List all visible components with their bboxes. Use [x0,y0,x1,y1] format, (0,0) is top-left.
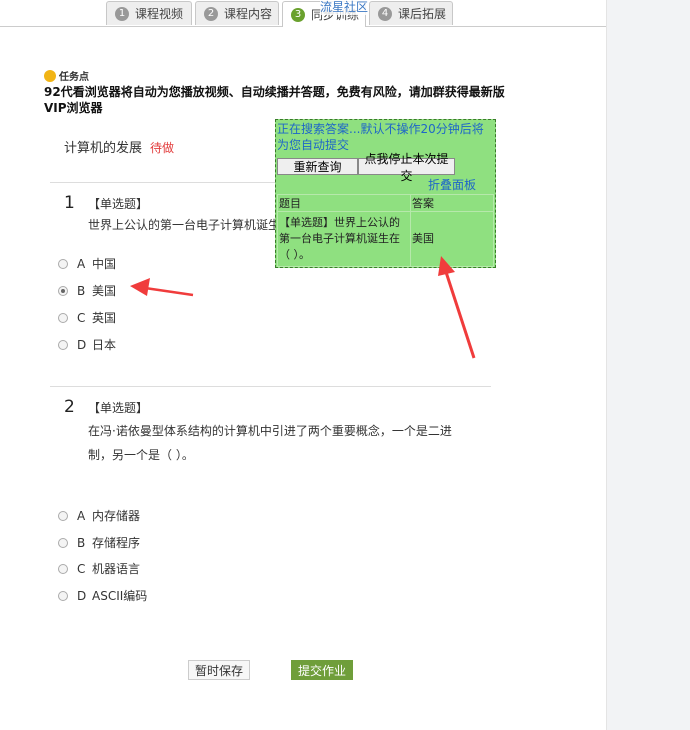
annotation-arrows [130,256,476,359]
arrow-to-answer-icon [438,256,476,359]
arrow-to-option-b-icon [130,278,194,297]
